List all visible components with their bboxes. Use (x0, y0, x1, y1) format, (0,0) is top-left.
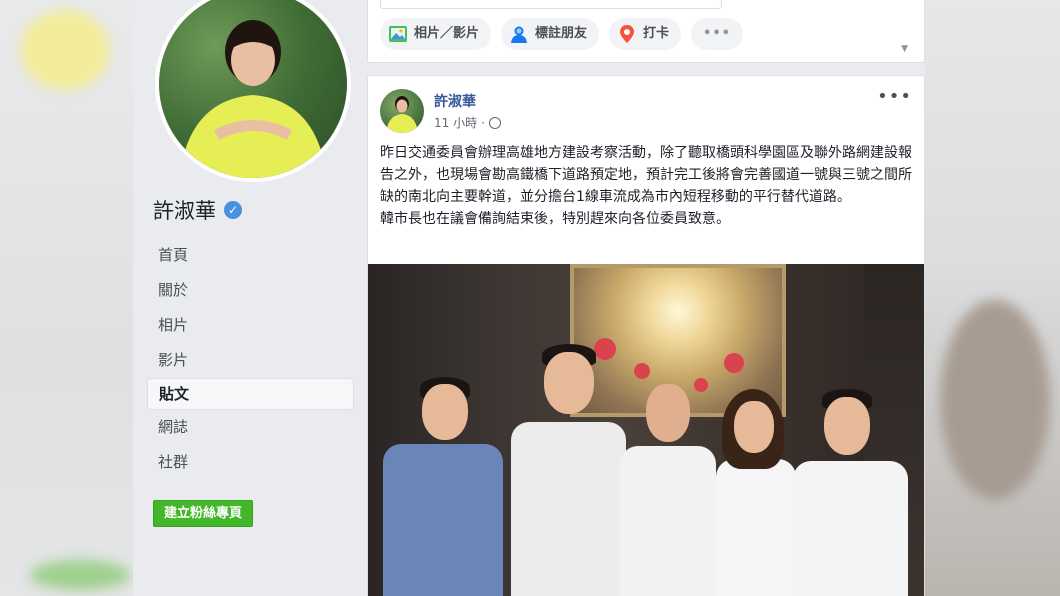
person-shirt (716, 459, 796, 596)
person-face (646, 384, 690, 442)
tag-friends-icon (511, 26, 528, 43)
location-pin-icon (620, 25, 635, 43)
composer-actions: 相片／影片 標註朋友 打卡 ••• (380, 18, 743, 50)
facebook-page: 許淑華 ✓ 首頁 關於 相片 影片 貼文 網誌 社群 建立粉絲專頁 相片／影片 (133, 0, 925, 596)
nav-item-notes[interactable]: 網誌 (147, 410, 354, 445)
blurred-left-margin (0, 0, 133, 596)
post-composer: 相片／影片 標註朋友 打卡 ••• ▼ (367, 0, 925, 63)
photo-icon (389, 26, 407, 42)
person-shirt (793, 461, 908, 596)
person (378, 374, 508, 596)
person-face (422, 384, 468, 440)
composer-more-button[interactable]: ••• (691, 18, 743, 50)
post-body: 昨日交通委員會辦理高雄地方建設考察活動，除了聽取橋頭科學園區及聯外路網建設報告之… (380, 142, 916, 230)
post-paragraph: 昨日交通委員會辦理高雄地方建設考察活動，除了聽取橋頭科學園區及聯外路網建設報告之… (380, 145, 912, 205)
tag-friends-label: 標註朋友 (535, 26, 588, 41)
post-paragraph: 韓市長也在議會備詢結束後，特別趕來向各位委員致意。 (380, 211, 730, 227)
page-title[interactable]: 許淑華 ✓ (153, 195, 242, 225)
nav-item-posts[interactable]: 貼文 (147, 378, 354, 410)
nav-item-photos[interactable]: 相片 (147, 308, 354, 343)
check-in-label: 打卡 (643, 26, 670, 41)
photo-video-label: 相片／影片 (414, 26, 480, 41)
post-author-avatar[interactable] (380, 89, 424, 133)
profile-picture-frame[interactable] (155, 0, 351, 182)
person-face (544, 352, 594, 414)
person-face (734, 401, 774, 453)
page-nav: 首頁 關於 相片 影片 貼文 網誌 社群 (147, 238, 354, 480)
post-options-button[interactable]: ••• (877, 86, 912, 107)
post-card: 許淑華 11 小時 · ••• 昨日交通委員會辦理高雄地方建設考察活動，除了聽取… (367, 75, 925, 596)
profile-picture[interactable] (159, 0, 347, 178)
post-meta: 11 小時 · (434, 114, 501, 131)
verified-badge-icon: ✓ (224, 201, 242, 219)
nav-item-home[interactable]: 首頁 (147, 238, 354, 273)
tag-friends-button[interactable]: 標註朋友 (501, 18, 600, 50)
nav-item-about[interactable]: 關於 (147, 273, 354, 308)
post-photo[interactable] (368, 264, 924, 596)
blurred-right-margin (925, 0, 1060, 596)
chevron-down-icon[interactable]: ▼ (901, 44, 908, 54)
person (788, 389, 913, 596)
person-shirt (383, 444, 503, 596)
composer-tabs-edge (380, 0, 722, 9)
post-author-name[interactable]: 許淑華 (434, 91, 476, 111)
person (618, 374, 718, 596)
post-timestamp[interactable]: 11 小時 (434, 114, 477, 131)
check-in-button[interactable]: 打卡 (609, 18, 682, 50)
photo-video-button[interactable]: 相片／影片 (380, 18, 492, 50)
person (506, 344, 631, 596)
globe-icon[interactable] (488, 116, 501, 129)
person-shirt (511, 422, 626, 596)
create-page-button[interactable]: 建立粉絲專頁 (153, 500, 254, 527)
nav-item-community[interactable]: 社群 (147, 445, 354, 480)
meta-separator: · (481, 115, 485, 130)
person-shirt (620, 446, 716, 596)
nav-item-videos[interactable]: 影片 (147, 343, 354, 378)
author-avatar-illustration (386, 96, 418, 133)
page-name-text[interactable]: 許淑華 (153, 195, 216, 225)
profile-photo-illustration (179, 20, 327, 178)
painting-flower (724, 353, 744, 373)
person-face (824, 397, 870, 455)
